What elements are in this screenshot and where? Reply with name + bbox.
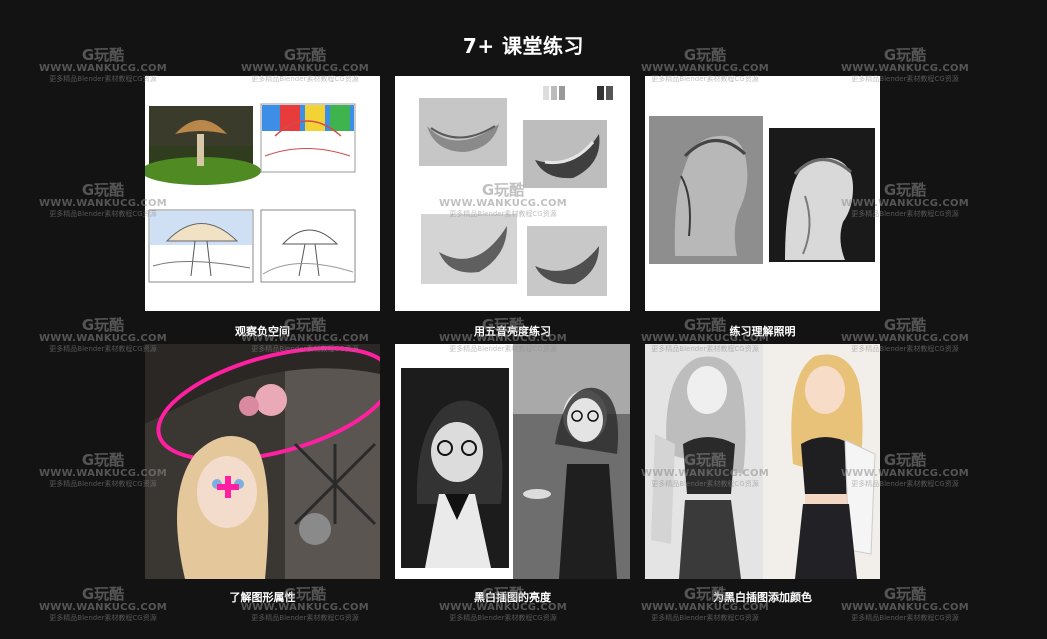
- exercise-card-1[interactable]: 观察负空间: [145, 76, 380, 344]
- exercise-card-5[interactable]: 黑白插图的亮度: [395, 344, 630, 610]
- girl-coloring-illustration-image[interactable]: [645, 344, 880, 579]
- exercise-card-3[interactable]: 练习理解照明: [645, 76, 880, 344]
- exercise-grid: 观察负空间 用五音亮度练习 练习理解照明 了解图形属性 黑白插图的亮度 为黑白插…: [145, 76, 881, 610]
- banana-value-study-image[interactable]: [395, 76, 630, 311]
- exercise-card-2[interactable]: 用五音亮度练习: [395, 76, 630, 344]
- page-title: 7+ 课堂练习: [462, 34, 585, 58]
- exercise-caption-4: 了解图形属性: [229, 591, 296, 604]
- exercise-caption-6: 为黑白插图添加颜色: [713, 591, 812, 604]
- exercise-caption-2: 用五音亮度练习: [474, 325, 551, 338]
- course-exercise-page: 7+ 课堂练习 观察负空间 用五音亮度练习 练习理解照明 了解图形属性 黑白插图…: [0, 0, 1047, 639]
- bw-girl-glasses-illustration-image[interactable]: [395, 344, 630, 579]
- witch-girl-illustration-image[interactable]: [145, 344, 380, 579]
- exercise-card-6[interactable]: 为黑白插图添加颜色: [645, 344, 880, 610]
- mushroom-sketch-image[interactable]: [145, 76, 380, 311]
- exercise-caption-3: 练习理解照明: [729, 325, 796, 338]
- bust-lighting-study-image[interactable]: [645, 76, 880, 311]
- exercise-caption-5: 黑白插图的亮度: [474, 591, 551, 604]
- exercise-caption-1: 观察负空间: [235, 325, 290, 338]
- exercise-card-4[interactable]: 了解图形属性: [145, 344, 380, 610]
